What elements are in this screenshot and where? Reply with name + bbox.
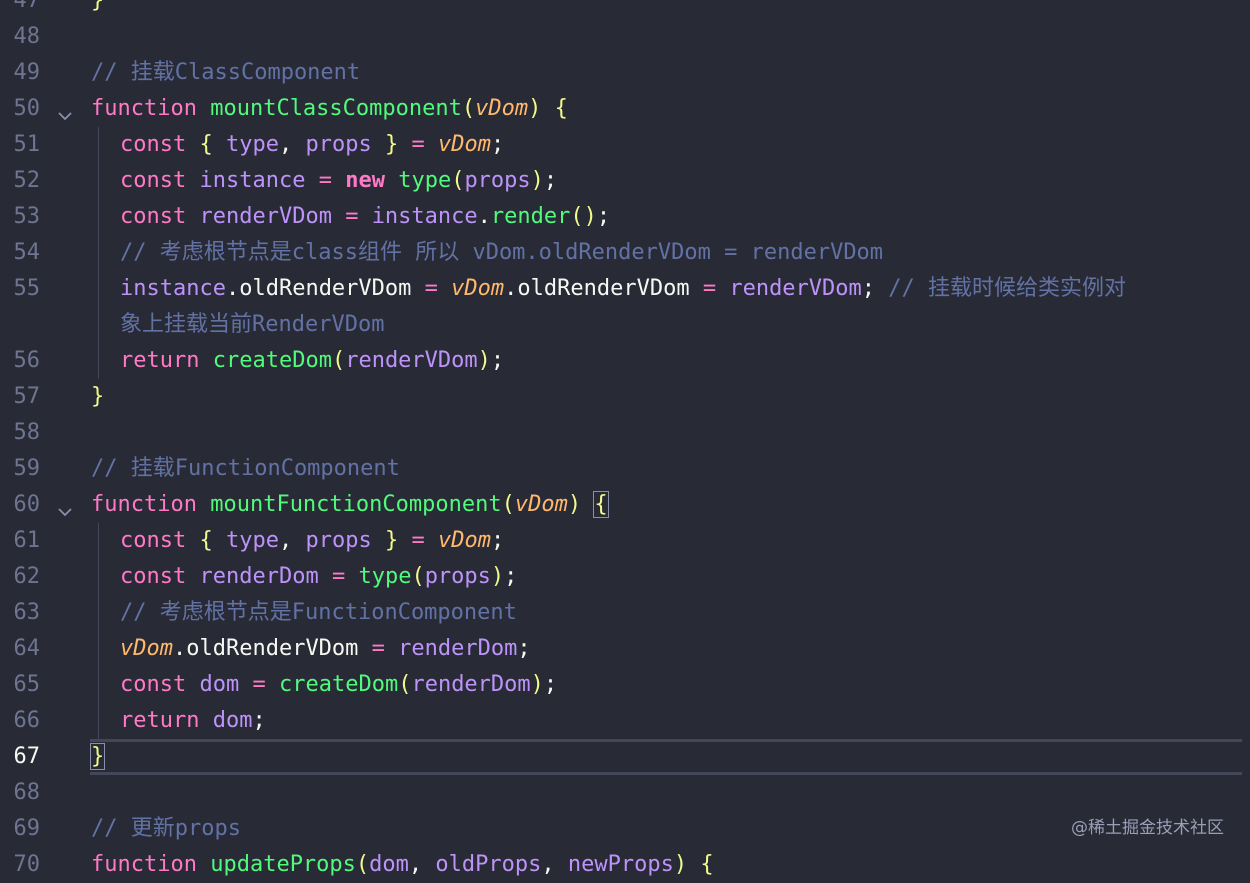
code-line[interactable]: 63 // 考虑根节点是FunctionComponent xyxy=(0,595,1250,631)
code-line[interactable]: 47} xyxy=(0,0,1250,19)
code-editor[interactable]: 47} 48 49 // 挂载ClassComponent 50 function mou… xyxy=(0,0,1250,883)
code-line[interactable]: 54 // 考虑根节点是class组件 所以 vDom.oldRenderVDom… xyxy=(0,235,1250,271)
code-line[interactable]: 64 vDom.oldRenderVDom = renderDom; xyxy=(0,631,1250,667)
code-text: vDom.oldRenderVDom = renderDom; xyxy=(120,636,531,661)
code-text: const instance = new type(props); xyxy=(120,168,558,193)
code-line[interactable]: 60 function mountFunctionComponent(vDom) … xyxy=(0,487,1250,523)
line-number: 60 xyxy=(13,492,41,517)
code-line[interactable]: 70 function updateProps(dom, oldProps, ne… xyxy=(0,847,1250,883)
line-number: 61 xyxy=(13,528,41,553)
code-text: return createDom(renderVDom); xyxy=(120,348,505,373)
code-line[interactable]: 55 instance.oldRenderVDom = vDom.oldRende… xyxy=(0,271,1250,307)
chevron-down-icon[interactable] xyxy=(56,101,74,121)
line-number: 47 xyxy=(13,0,41,13)
line-number: 48 xyxy=(13,24,41,49)
code-line[interactable]: 67} xyxy=(0,739,1250,775)
code-line[interactable]: 49 // 挂载ClassComponent xyxy=(0,55,1250,91)
code-line[interactable]: 68 xyxy=(0,775,1250,811)
code-text: // 挂载FunctionComponent xyxy=(91,456,400,481)
code-line[interactable]: 69 // 更新props xyxy=(0,811,1250,847)
code-text: // 考虑根节点是FunctionComponent xyxy=(120,600,517,625)
code-line[interactable]: 61 const { type, props } = vDom; xyxy=(0,523,1250,559)
line-number: 67 xyxy=(13,744,41,769)
code-line[interactable]: 62 const renderDom = type(props); xyxy=(0,559,1250,595)
code-line[interactable]: 57} xyxy=(0,379,1250,415)
code-text: instance.oldRenderVDom = vDom.oldRenderV… xyxy=(120,276,1127,301)
code-text: const renderVDom = instance.render(); xyxy=(120,204,611,229)
code-text: const { type, props } = vDom; xyxy=(120,132,505,157)
code-text: } xyxy=(91,0,105,13)
line-number: 51 xyxy=(13,132,41,157)
line-number: 54 xyxy=(13,240,41,265)
line-number: 69 xyxy=(13,816,41,841)
code-text: const { type, props } = vDom; xyxy=(120,528,505,553)
line-number: 62 xyxy=(13,564,41,589)
line-number: 66 xyxy=(13,708,41,733)
line-number: 53 xyxy=(13,204,41,229)
line-number: 63 xyxy=(13,600,41,625)
code-line[interactable]: 象上挂载当前RenderVDom xyxy=(0,307,1250,343)
code-text: const dom = createDom(renderDom); xyxy=(120,672,558,697)
code-text: return dom; xyxy=(120,708,266,733)
code-line[interactable]: 66 return dom; xyxy=(0,703,1250,739)
code-text: const renderDom = type(props); xyxy=(120,564,518,589)
line-number: 55 xyxy=(13,276,41,301)
code-line[interactable]: 58 xyxy=(0,415,1250,451)
line-number: 64 xyxy=(13,636,41,661)
line-number: 52 xyxy=(13,168,41,193)
code-text: } xyxy=(89,743,106,770)
code-line[interactable]: 48 xyxy=(0,19,1250,55)
code-text: // 挂载ClassComponent xyxy=(91,60,361,85)
code-line[interactable]: 53 const renderVDom = instance.render(); xyxy=(0,199,1250,235)
code-line[interactable]: 65 const dom = createDom(renderDom); xyxy=(0,667,1250,703)
code-line[interactable]: 50 function mountClassComponent(vDom) { xyxy=(0,91,1250,127)
line-number: 68 xyxy=(13,780,41,805)
line-number: 58 xyxy=(13,420,41,445)
code-text: } xyxy=(91,384,105,409)
line-number: 49 xyxy=(13,60,41,85)
line-number: 57 xyxy=(13,384,41,409)
code-text: // 考虑根节点是class组件 所以 vDom.oldRenderVDom =… xyxy=(120,240,884,265)
watermark: @稀土掘金技术社区 xyxy=(1071,818,1224,838)
line-number: 70 xyxy=(13,852,41,877)
code-text: function mountFunctionComponent(vDom) { xyxy=(91,491,609,518)
code-line[interactable]: 56 return createDom(renderVDom); xyxy=(0,343,1250,379)
code-text: 象上挂载当前RenderVDom xyxy=(120,312,385,337)
line-number: 65 xyxy=(13,672,41,697)
code-line[interactable]: 52 const instance = new type(props); xyxy=(0,163,1250,199)
code-text: function mountClassComponent(vDom) { xyxy=(91,96,568,121)
line-number: 56 xyxy=(13,348,41,373)
line-number: 59 xyxy=(13,456,41,481)
code-line[interactable]: 51 const { type, props } = vDom; xyxy=(0,127,1250,163)
line-number: 50 xyxy=(13,96,41,121)
chevron-down-icon[interactable] xyxy=(56,497,74,517)
code-text: // 更新props xyxy=(91,816,241,841)
code-line[interactable]: 59 // 挂载FunctionComponent xyxy=(0,451,1250,487)
code-text: function updateProps(dom, oldProps, newP… xyxy=(91,852,714,877)
